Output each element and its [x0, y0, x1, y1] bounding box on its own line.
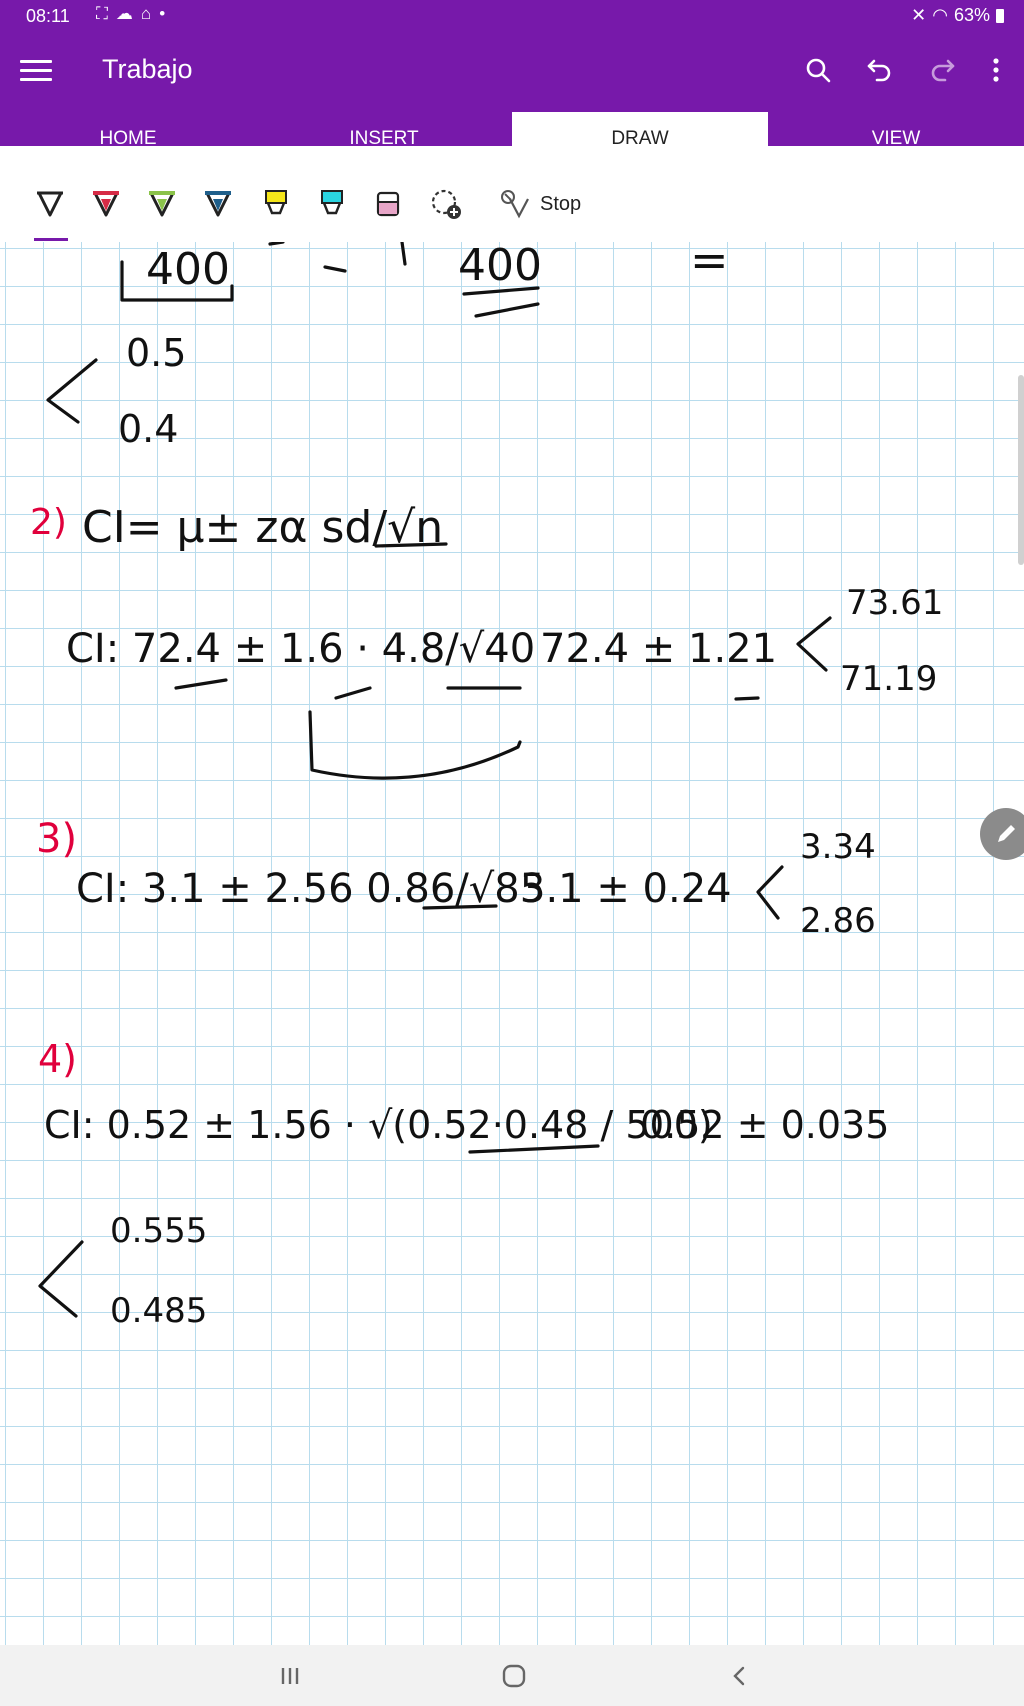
stroke: [174, 678, 228, 690]
home-icon: ⌂: [140, 4, 152, 23]
undo-icon[interactable]: [862, 52, 898, 88]
stop-drawing-button[interactable]: Stop: [500, 184, 581, 224]
top-bracket-stroke: [46, 358, 98, 424]
pen-blue-icon[interactable]: [198, 184, 238, 224]
question-3: 3) CI: 3.1 ± 2.56 0.86/√85 3.1 ± 0.24 3.…: [36, 816, 876, 941]
q3-lower-value: 2.86: [800, 901, 876, 941]
wifi-icon: ◠: [932, 5, 948, 25]
q2-lower-value: 71.19: [840, 659, 937, 699]
draw-toolbar: Stop: [0, 166, 1024, 243]
status-bar: 08:11 ⛶ ☁ ⌂ • ✕ ◠ 63%: [0, 0, 1024, 32]
stop-pen-icon: [501, 190, 529, 219]
q4-number: 4): [38, 1037, 77, 1081]
q3-bracket-stroke: [756, 865, 784, 920]
top-lower-text: 0.4: [118, 407, 178, 451]
q2-underline-bracket: [308, 710, 522, 780]
q3-upper-value: 3.34: [800, 827, 876, 867]
redo-icon[interactable]: [924, 52, 960, 88]
stroke: [734, 696, 760, 701]
top-frac1-text: 400: [146, 244, 230, 295]
highlighter-yellow-icon[interactable]: [256, 184, 296, 224]
edit-pencil-button[interactable]: [980, 808, 1024, 860]
battery-icon: [996, 8, 1004, 23]
q3-middle-expression: 3.1 ± 0.24: [520, 866, 732, 912]
active-tool-indicator: [34, 238, 68, 241]
mute-icon: ✕: [911, 5, 927, 25]
stroke: [474, 302, 540, 318]
q2-left-expression: CI: 72.4 ± 1.6 · 4.8/√40: [66, 626, 535, 672]
battery-text: 63%: [953, 5, 990, 25]
q4-lower-value: 0.485: [110, 1291, 207, 1331]
highlighter-pink-icon[interactable]: [368, 184, 408, 224]
more-options-icon[interactable]: [978, 52, 1014, 88]
q2-number: 2): [30, 502, 67, 543]
ribbon-tabs: HOME INSERT DRAW VIEW: [0, 112, 1024, 166]
tab-insert[interactable]: INSERT: [256, 112, 512, 166]
highlighter-cyan-icon[interactable]: [312, 184, 352, 224]
pen-black-icon[interactable]: [30, 184, 70, 224]
hamburger-menu-icon[interactable]: [20, 54, 52, 86]
stroke: [268, 242, 285, 246]
q2-middle-expression: 72.4 ± 1.21: [540, 626, 777, 672]
top-upper-text: 0.5: [126, 331, 186, 375]
question-2: 2) CI= μ± zα sd/√n CI: 72.4 ± 1.6 · 4.8/…: [30, 502, 943, 780]
back-icon[interactable]: [710, 1657, 770, 1695]
status-right-icons: ✕ ◠ 63%: [911, 5, 1004, 26]
search-icon[interactable]: [800, 52, 836, 88]
stroke: [422, 904, 498, 910]
stop-label: Stop: [540, 192, 582, 215]
top-frac2-text: 400: [458, 242, 542, 291]
q3-number: 3): [36, 816, 77, 862]
status-time: 08:11: [26, 6, 70, 26]
lasso-add-icon[interactable]: [426, 184, 466, 224]
status-left-icons: ⛶ ☁ ⌂ •: [96, 4, 165, 24]
stroke: [400, 242, 407, 266]
tab-home[interactable]: HOME: [0, 112, 256, 166]
note-canvas[interactable]: 400 400 = 0.5 0.4 2) CI= μ± zα sd/√n CI:…: [0, 242, 1024, 1645]
q4-bracket-stroke: [38, 1240, 84, 1318]
q2-upper-value: 73.61: [846, 583, 943, 623]
tab-view[interactable]: VIEW: [768, 112, 1024, 166]
q4-left-expression: CI: 0.52 ± 1.56 · √(0.52·0.48 / 500): [44, 1103, 713, 1147]
recent-apps-icon[interactable]: [260, 1657, 320, 1695]
system-nav-bar: [0, 1645, 1024, 1706]
top-section: 400 400 = 0.5 0.4: [46, 242, 729, 451]
tab-draw[interactable]: DRAW: [512, 112, 768, 166]
home-button-icon[interactable]: [484, 1657, 544, 1695]
q4-upper-value: 0.555: [110, 1211, 207, 1251]
stroke: [374, 542, 448, 548]
handwriting-layer: 400 400 = 0.5 0.4 2) CI= μ± zα sd/√n CI:…: [30, 242, 943, 1331]
cloud-icon: ☁: [115, 4, 133, 23]
pen-red-icon[interactable]: [86, 184, 126, 224]
q4-middle-expression: 0.52 ± 0.035: [640, 1103, 889, 1147]
q2-bracket-stroke: [796, 616, 832, 672]
question-4: 4) CI: 0.52 ± 1.56 · √(0.52·0.48 / 500) …: [38, 1037, 889, 1331]
stroke: [323, 265, 347, 273]
dot-icon: •: [159, 4, 166, 23]
pencil-icon: [998, 825, 1015, 842]
pen-green-icon[interactable]: [142, 184, 182, 224]
top-equals-text: =: [690, 242, 729, 287]
screenshot-icon: ⛶: [96, 4, 108, 23]
vertical-scrollbar[interactable]: [1018, 375, 1024, 565]
page-title: Trabajo: [102, 54, 193, 84]
stroke: [334, 686, 372, 700]
